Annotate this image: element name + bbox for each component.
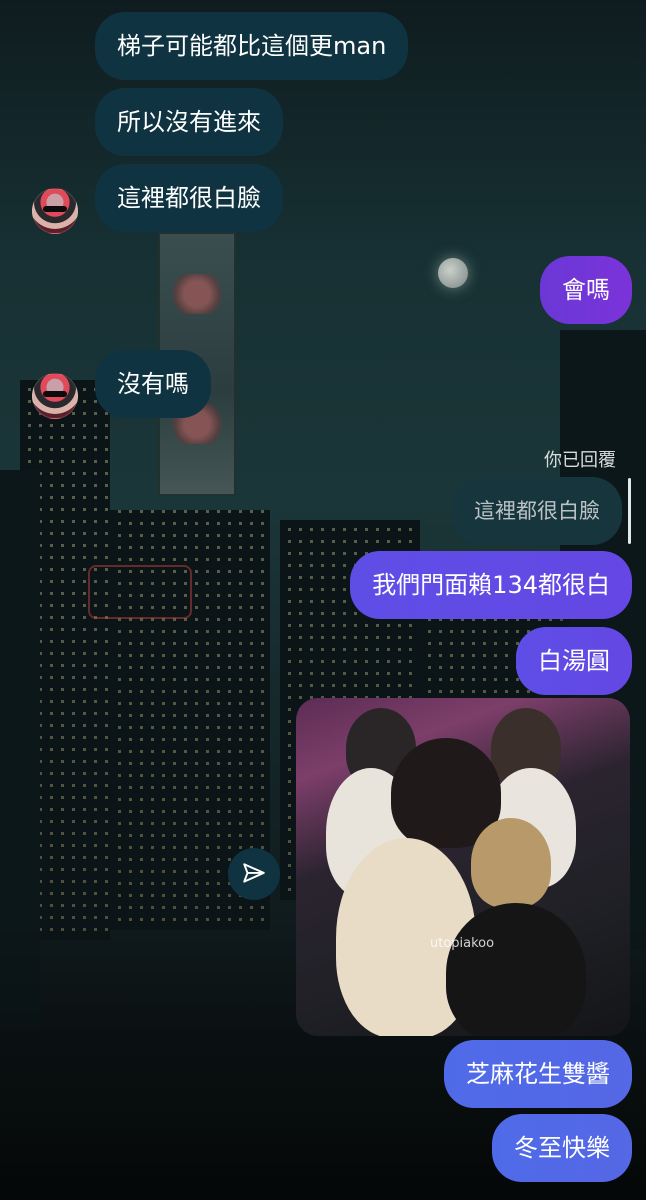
sender-avatar[interactable] <box>32 188 78 234</box>
shared-photo[interactable]: utopiakoo <box>296 698 630 1036</box>
neon-sign-decoration <box>88 565 192 619</box>
photo-watermark: utopiakoo <box>430 936 495 951</box>
outgoing-message[interactable]: 芝麻花生雙醬 <box>444 1040 632 1108</box>
incoming-message[interactable]: 這裡都很白臉 <box>95 164 283 232</box>
outgoing-message[interactable]: 冬至快樂 <box>492 1114 632 1182</box>
quoted-message[interactable]: 這裡都很白臉 <box>452 477 622 545</box>
sender-avatar[interactable] <box>32 373 78 419</box>
share-button[interactable] <box>228 848 280 900</box>
photo-figure <box>471 818 551 908</box>
incoming-message[interactable]: 所以沒有進來 <box>95 88 283 156</box>
outgoing-message[interactable]: 我們門面賴134都很白 <box>350 551 632 619</box>
reply-context-label: 你已回覆 <box>544 450 616 471</box>
photo-figure <box>446 903 586 1036</box>
incoming-message[interactable]: 梯子可能都比這個更man <box>95 12 409 80</box>
send-icon <box>243 863 265 883</box>
incoming-message[interactable]: 沒有嗎 <box>95 350 211 418</box>
outgoing-message[interactable]: 白湯圓 <box>516 627 632 695</box>
moon-decoration <box>438 258 468 288</box>
outgoing-message[interactable]: 會嗎 <box>540 256 632 324</box>
quote-bar <box>628 478 631 544</box>
